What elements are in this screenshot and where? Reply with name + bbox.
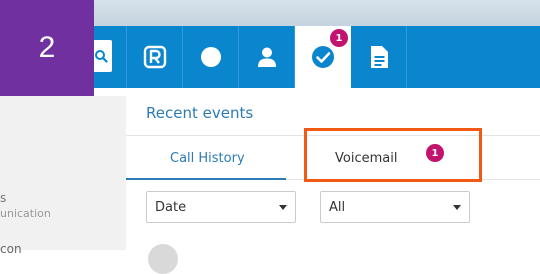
search-icon (95, 50, 108, 63)
highlight-box (304, 128, 482, 182)
nav-button-notes[interactable] (351, 26, 407, 88)
type-filter-select[interactable]: All (320, 191, 470, 223)
tab-call-history[interactable]: Call History (170, 151, 245, 166)
page-title: Recent events (146, 104, 254, 122)
step-number-badge: 2 (0, 0, 94, 96)
nav-button-contacts[interactable] (239, 26, 295, 88)
date-filter-select[interactable]: Date (146, 191, 296, 223)
r-logo-icon (143, 45, 167, 69)
date-filter-value: Date (155, 199, 187, 215)
active-tab-indicator (126, 178, 286, 180)
sidebar: s unication con (0, 96, 126, 256)
user-icon (258, 47, 276, 67)
type-filter-value: All (329, 199, 346, 215)
nav-button-r[interactable] (127, 26, 183, 88)
presence-icon (201, 47, 221, 67)
sidebar-text-fragment: con (0, 242, 22, 256)
sidebar-text-fragment: unication (0, 207, 51, 220)
clock-check-icon (312, 46, 334, 68)
sidebar-text-fragment: s (0, 191, 7, 205)
document-icon (371, 46, 388, 68)
nav-button-presence[interactable] (183, 26, 239, 88)
recent-events-count-badge: 1 (330, 29, 348, 47)
chevron-down-icon (279, 205, 287, 210)
chevron-down-icon (453, 205, 461, 210)
avatar (148, 244, 178, 274)
